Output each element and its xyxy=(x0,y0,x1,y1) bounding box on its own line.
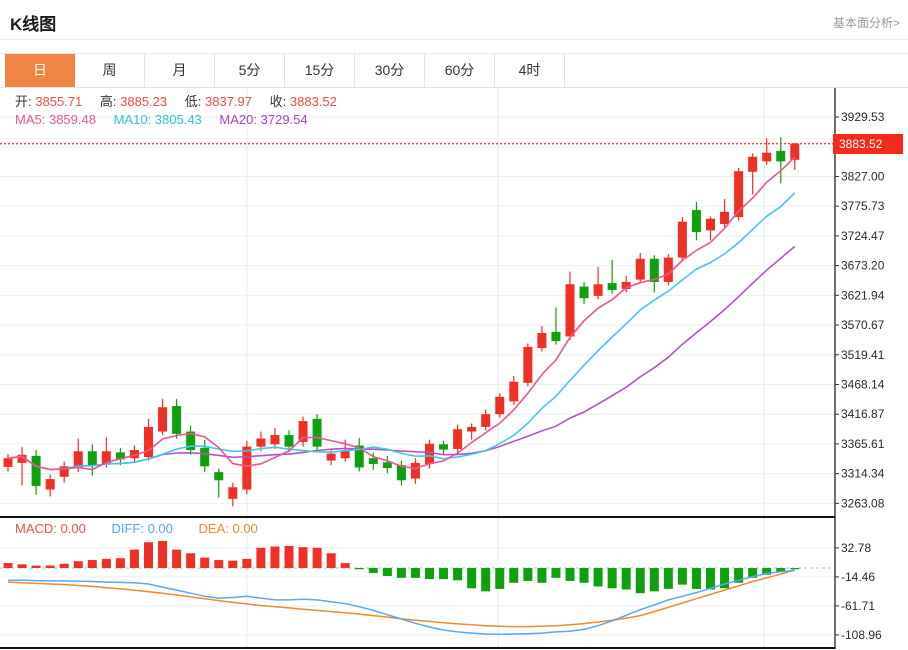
header-divider xyxy=(0,39,908,40)
ohlc-high-value: 3885.23 xyxy=(120,94,168,109)
current-price-tag: 3883.52 xyxy=(833,134,903,154)
svg-text:3416.87: 3416.87 xyxy=(841,407,885,421)
macd-value: 0.00 xyxy=(60,521,86,536)
svg-text:3827.00: 3827.00 xyxy=(841,169,885,183)
svg-text:3724.47: 3724.47 xyxy=(841,229,885,243)
tab-4hour[interactable]: 4时 xyxy=(495,54,565,87)
ma-lines xyxy=(7,156,796,471)
svg-text:3570.67: 3570.67 xyxy=(841,318,885,332)
svg-text:3929.53: 3929.53 xyxy=(841,110,885,124)
ma5-label: MA5: xyxy=(15,112,46,127)
kline-page: K线图 基本面分析> 日 周 月 5分 15分 30分 60分 4时 3929.… xyxy=(0,0,908,650)
svg-text:-61.71: -61.71 xyxy=(841,599,875,613)
ma10-value: 3805.43 xyxy=(154,112,202,127)
diff-label: DIFF: xyxy=(111,521,144,536)
svg-text:3365.61: 3365.61 xyxy=(841,437,885,451)
ohlc-readout: 开: 3855.71 高: 3885.23 低: 3837.97 收: 3883… xyxy=(15,91,351,110)
page-title: K线图 xyxy=(10,15,57,34)
fundamental-analysis-link[interactable]: 基本面分析> xyxy=(833,14,900,31)
ma20-label: MA20: xyxy=(219,112,257,127)
svg-text:-108.96: -108.96 xyxy=(841,628,882,642)
svg-text:3621.94: 3621.94 xyxy=(841,288,885,302)
svg-text:3314.34: 3314.34 xyxy=(841,467,885,481)
tab-monthly[interactable]: 月 xyxy=(145,54,215,87)
dea-value: 0.00 xyxy=(232,521,258,536)
ma-legend: MA5: 3859.48 MA10: 3805.43 MA20: 3729.54 xyxy=(15,112,322,127)
tab-60min[interactable]: 60分 xyxy=(425,54,495,87)
tab-30min[interactable]: 30分 xyxy=(355,54,425,87)
ma5-value: 3859.48 xyxy=(48,112,96,127)
tab-15min[interactable]: 15分 xyxy=(285,54,355,87)
svg-text:3775.73: 3775.73 xyxy=(841,199,885,213)
dea-label: DEA: xyxy=(198,521,229,536)
svg-text:32.78: 32.78 xyxy=(841,541,871,555)
ma20-value: 3729.54 xyxy=(260,112,308,127)
ohlc-high-label: 高: xyxy=(99,94,117,109)
ohlc-close-value: 3883.52 xyxy=(289,94,337,109)
ohlc-low-value: 3837.97 xyxy=(205,94,252,109)
ohlc-open-label: 开: xyxy=(15,94,32,109)
svg-text:3519.41: 3519.41 xyxy=(841,348,885,362)
period-tabbar: 日 周 月 5分 15分 30分 60分 4时 xyxy=(0,53,908,88)
svg-text:-14.46: -14.46 xyxy=(841,570,875,584)
svg-text:3468.14: 3468.14 xyxy=(841,377,885,391)
diff-value: 0.00 xyxy=(147,521,173,536)
tab-5min[interactable]: 5分 xyxy=(215,54,285,87)
ma10-label: MA10: xyxy=(113,112,152,127)
grid-lines xyxy=(0,88,835,648)
macd-legend: MACD: 0.00 DIFF: 0.00 DEA: 0.00 xyxy=(15,521,258,536)
ohlc-close-label: 收: xyxy=(269,94,287,109)
ohlc-low-label: 低: xyxy=(184,94,202,109)
macd-label: MACD: xyxy=(15,521,57,536)
tab-daily[interactable]: 日 xyxy=(5,54,75,87)
svg-text:3673.20: 3673.20 xyxy=(841,259,885,273)
macd-panel xyxy=(3,541,800,636)
svg-text:3263.08: 3263.08 xyxy=(841,496,885,510)
ohlc-open-value: 3855.71 xyxy=(35,94,83,109)
tab-weekly[interactable]: 周 xyxy=(75,54,145,87)
